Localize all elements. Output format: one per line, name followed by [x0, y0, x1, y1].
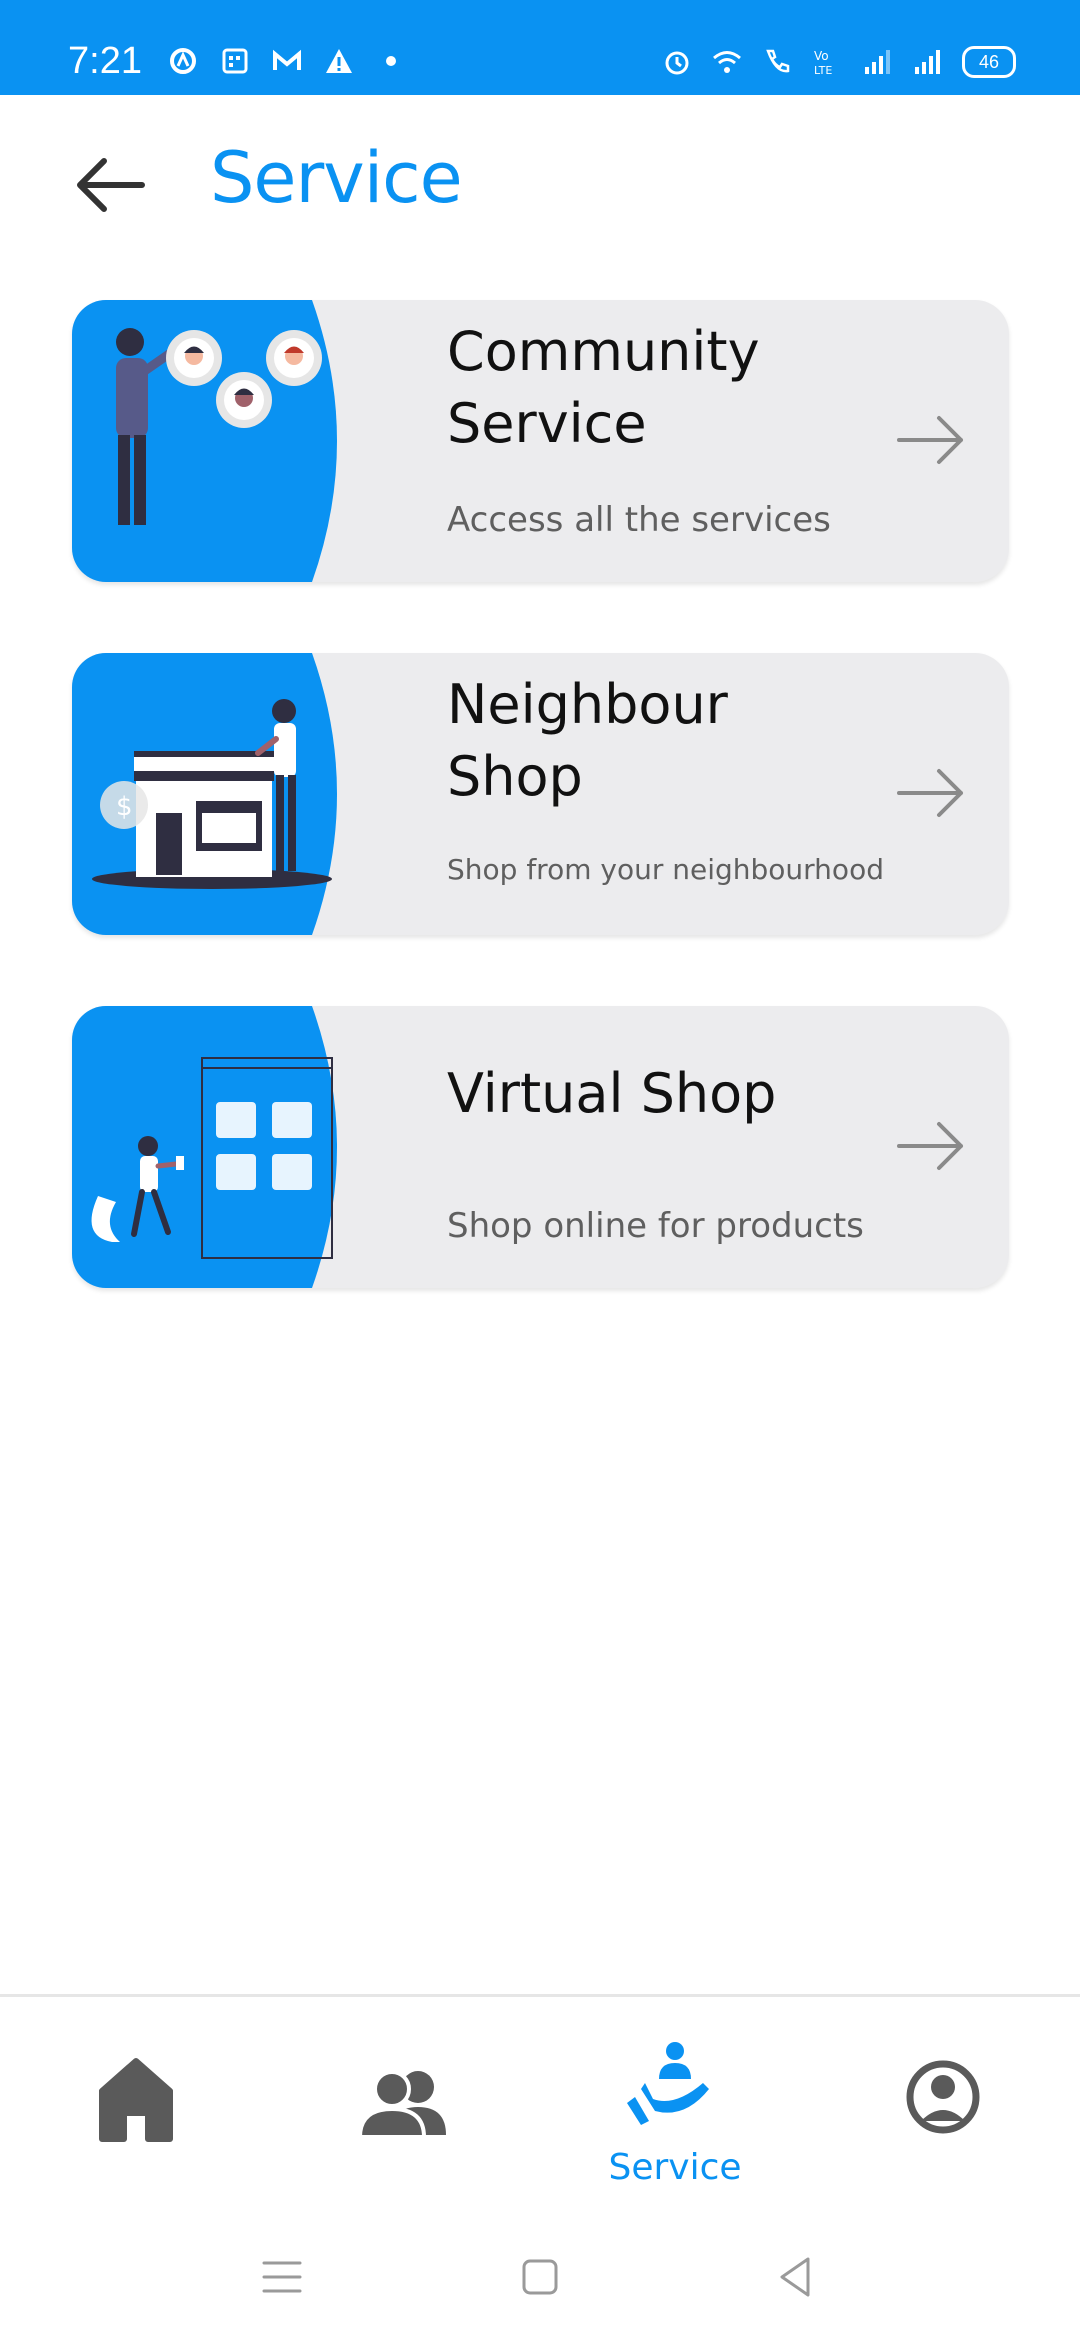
nav-profile[interactable]: [863, 2037, 1023, 2177]
arrow-right-icon: [897, 769, 963, 817]
nav-service[interactable]: Service: [595, 2037, 755, 2188]
calendar-icon: [222, 48, 248, 74]
card-subtitle: Shop from your neighbourhood: [447, 853, 884, 886]
back-arrow-icon[interactable]: [70, 145, 150, 225]
page-title: Service: [210, 137, 463, 219]
signal-icon: [915, 50, 940, 74]
status-bar: 7:21 Vo LTE 46: [0, 0, 1080, 95]
gmail-icon: [273, 49, 301, 70]
nav-home[interactable]: [56, 2037, 216, 2177]
card-title: Neighbour Shop: [447, 673, 728, 808]
card-title: Virtual Shop: [447, 1062, 777, 1125]
card-subtitle: Access all the services: [447, 500, 831, 540]
community-illustration: [72, 300, 337, 582]
status-time: 7:21: [68, 40, 142, 82]
arrow-right-icon: [897, 416, 963, 464]
status-right-icons: Vo LTE 46: [662, 46, 1016, 78]
back-button-icon[interactable]: [768, 2249, 824, 2305]
status-left-icons: [168, 46, 406, 76]
card-title: Community Service: [447, 320, 760, 455]
signal-icon: [865, 50, 890, 74]
svg-text:Vo: Vo: [814, 49, 829, 63]
wifi-icon: [713, 51, 741, 73]
home-button-icon[interactable]: [512, 2249, 568, 2305]
header: Service: [0, 95, 1080, 270]
arrow-right-icon: [897, 1122, 963, 1170]
warning-icon: [326, 49, 352, 73]
nav-service-label: Service: [608, 2147, 742, 2188]
system-navigation: [0, 2194, 1080, 2340]
people-icon: [357, 2070, 446, 2139]
community-service-card[interactable]: Community Service Access all the service…: [72, 300, 1009, 582]
dot-icon: [386, 56, 396, 66]
service-icon: [627, 2042, 709, 2125]
shop-illustration: $: [72, 653, 337, 935]
bottom-navigation: Service: [0, 1994, 1080, 2197]
alarm-icon: [665, 51, 689, 75]
virtual-shop-card[interactable]: Virtual Shop Shop online for products: [72, 1006, 1009, 1288]
app-notification-icon: [170, 48, 196, 74]
volte-icon: VoLTE: [814, 49, 832, 77]
home-icon: [99, 2058, 173, 2142]
profile-icon: [906, 2060, 980, 2134]
svg-text:$: $: [116, 792, 133, 822]
wifi-call-icon: [766, 49, 790, 73]
virtual-shop-illustration: [72, 1006, 337, 1288]
neighbour-shop-card[interactable]: $ Neighbour Shop Shop from your neighbou…: [72, 653, 1009, 935]
card-subtitle: Shop online for products: [447, 1206, 864, 1246]
svg-text:LTE: LTE: [814, 64, 832, 77]
nav-people[interactable]: [324, 2037, 484, 2177]
battery-indicator: 46: [962, 46, 1016, 78]
menu-icon[interactable]: [254, 2249, 310, 2305]
